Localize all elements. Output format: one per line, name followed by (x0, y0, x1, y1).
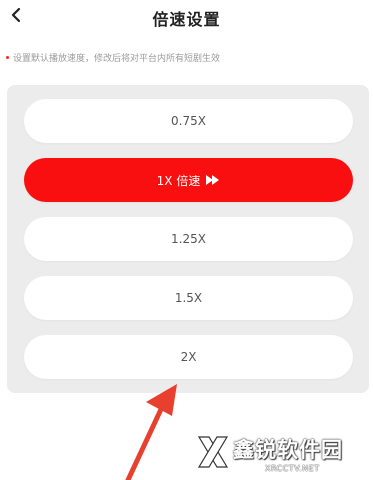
speed-option-0-75x[interactable]: 0.75X (24, 99, 353, 143)
speed-option-label: 1.5X (174, 291, 203, 305)
watermark-subtitle: XRCCTV.NET (265, 464, 320, 473)
speed-option-1x-selected[interactable]: 1X 倍速 (24, 158, 353, 202)
header: 倍速设置 (0, 0, 373, 36)
speed-option-1-5x[interactable]: 1.5X (24, 276, 353, 320)
speed-option-label: 1X 倍速 (156, 173, 201, 188)
speed-option-2x[interactable]: 2X (24, 335, 353, 379)
hint-text: 设置默认播放速度，修改后将对平台内所有短剧生效 (13, 54, 221, 64)
bullet-dot-icon (6, 56, 9, 59)
x-logo-icon (197, 436, 229, 468)
page-title: 倍速设置 (152, 10, 221, 29)
hint-text-row: 设置默认播放速度，修改后将对平台内所有短剧生效 (6, 51, 220, 64)
speed-option-label: 1.25X (171, 232, 206, 246)
speed-option-label: 0.75X (171, 114, 206, 128)
speed-option-1-25x[interactable]: 1.25X (24, 217, 353, 261)
watermark: 鑫锐软件园 XRCCTV.NET (195, 432, 370, 480)
fast-forward-icon (206, 175, 220, 185)
watermark-title: 鑫锐软件园 (233, 438, 343, 462)
speed-option-label: 2X (180, 350, 197, 364)
